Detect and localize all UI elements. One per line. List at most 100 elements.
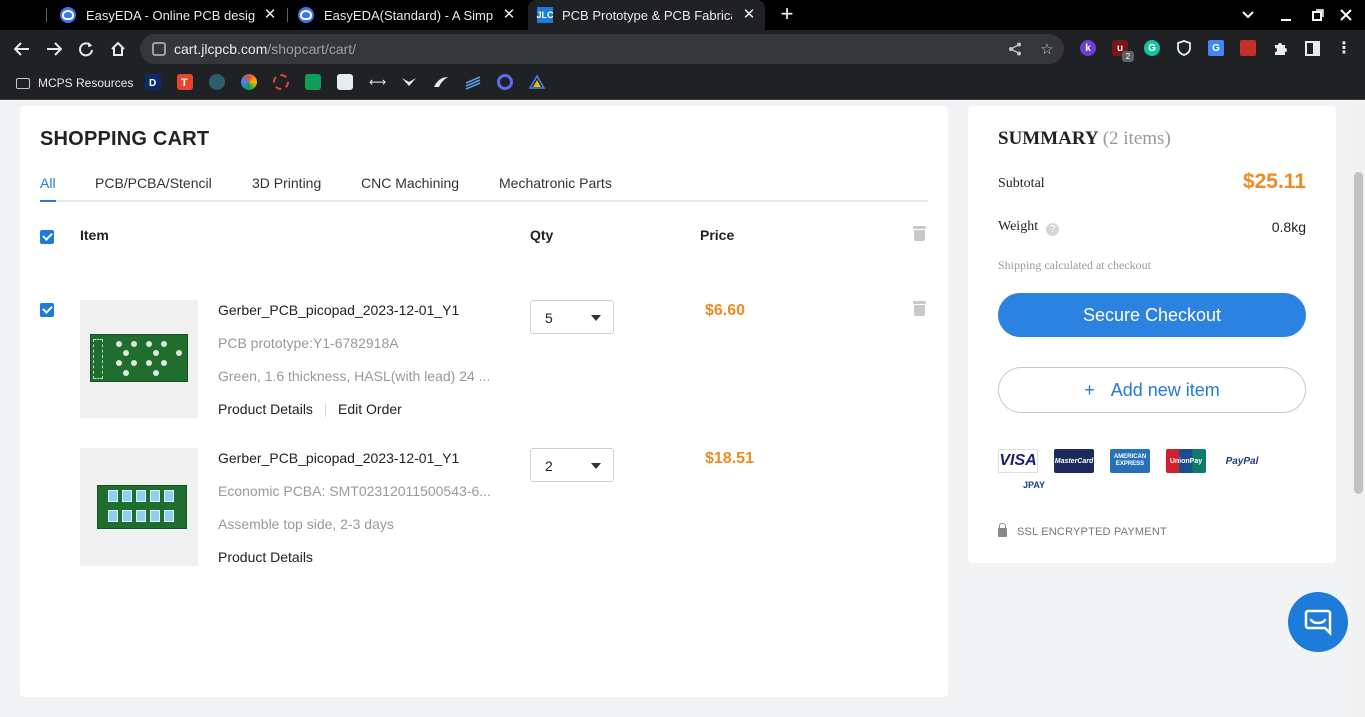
bookmark-globe-icon[interactable] [209, 74, 225, 90]
tab-pcb-pcba-stencil[interactable]: PCB/PCBA/Stencil [95, 175, 212, 191]
site-info-icon[interactable] [152, 42, 166, 56]
kebab-menu-icon[interactable]: ⋮ [1336, 40, 1352, 57]
item-order-number: Economic PCBA: SMT02312011500543-6... [218, 483, 491, 499]
help-question-icon[interactable]: ? [1046, 223, 1060, 236]
column-header-qty: Qty [530, 227, 554, 243]
unionpay-logo-icon: UnionPay [1166, 449, 1206, 473]
order-summary-panel: SUMMARY (2 items) Subtotal $25.11 Weight… [968, 106, 1336, 563]
plus-icon: + [1084, 379, 1095, 400]
bookmark-t-icon[interactable]: T [177, 74, 193, 90]
bookmark-d-icon[interactable]: D [145, 74, 161, 90]
close-window-icon[interactable] [1335, 4, 1357, 26]
delete-item-trash-icon[interactable] [913, 301, 926, 316]
bookmark-circle-icon[interactable] [497, 74, 513, 90]
amex-logo-icon: AMERICAN EXPRESS [1110, 449, 1150, 473]
item-order-number: PCB prototype:Y1-6782918A [218, 335, 399, 351]
item-checkbox[interactable] [40, 303, 54, 317]
bookmark-layers-icon[interactable] [465, 74, 481, 90]
red-book-extension-icon[interactable] [1240, 40, 1256, 56]
browser-tab-easyeda-online[interactable]: EasyEDA - Online PCB design & c ✕ [50, 0, 286, 30]
item-name[interactable]: Gerber_PCB_picopad_2023-12-01_Y1 [218, 450, 459, 466]
back-arrow-icon[interactable] [11, 38, 33, 60]
tab-separator [46, 8, 47, 22]
easyeda-favicon-icon [298, 7, 314, 23]
side-panel-icon[interactable] [1304, 40, 1320, 56]
svg-text:T: T [181, 77, 188, 89]
quantity-value: 2 [545, 458, 553, 474]
shield-icon[interactable] [1176, 40, 1192, 56]
ssl-label: SSL ENCRYPTED PAYMENT [1017, 526, 1167, 538]
weight-value: 0.8kg [1271, 219, 1306, 235]
pcb-thumbnail-image[interactable] [80, 300, 198, 418]
bookmark-swoosh-icon[interactable] [433, 74, 449, 90]
tab-3d-printing[interactable]: 3D Printing [252, 175, 321, 191]
pcba-board-graphic [97, 485, 187, 529]
google-translate-icon[interactable]: G [1208, 40, 1224, 56]
bookmark-code-icon[interactable]: ⟷ [369, 74, 386, 90]
tab-cnc-machining[interactable]: CNC Machining [361, 175, 459, 191]
tab-separator [287, 8, 288, 22]
browser-tab-strip: EasyEDA - Online PCB design & c ✕ EasyED… [0, 0, 1365, 30]
url-text: cart.jlcpcb.com/shopcart/cart/ [174, 41, 357, 57]
summary-item-count: (2 items) [1102, 128, 1171, 149]
jpay-logo-icon: JPAY [1014, 477, 1054, 493]
bookmark-green-icon[interactable] [305, 74, 321, 90]
close-icon[interactable]: ✕ [741, 7, 757, 23]
page-scrollbar[interactable] [1352, 100, 1365, 717]
bookmark-triangle-icon[interactable] [528, 74, 546, 90]
item-price: $6.60 [705, 302, 746, 319]
bookmark-colorwheel-icon[interactable] [241, 74, 257, 90]
close-icon[interactable]: ✕ [262, 7, 278, 23]
browser-tab-easyeda-standard[interactable]: EasyEDA(Standard) - A Simple a ✕ [289, 0, 525, 30]
bookmarks-bar: MCPS Resources [0, 68, 1365, 100]
extensions-puzzle-icon[interactable] [1272, 40, 1288, 56]
minimize-icon[interactable] [1275, 4, 1297, 26]
bookmark-bird-icon[interactable] [401, 74, 417, 90]
product-details-link[interactable]: Product Details [218, 401, 313, 417]
quantity-select[interactable]: 5 [530, 300, 614, 334]
grammarly-icon[interactable]: G [1144, 40, 1160, 56]
tab-all[interactable]: All [40, 175, 56, 191]
svg-text:D: D [149, 78, 156, 89]
forward-arrow-icon[interactable] [43, 38, 65, 60]
summary-heading: SUMMARY [998, 128, 1098, 149]
product-details-link[interactable]: Product Details [218, 549, 313, 565]
caret-down-icon [591, 315, 601, 321]
reload-icon[interactable] [75, 38, 97, 60]
summary-title: SUMMARY (2 items) [998, 128, 1171, 150]
tab-mechatronic-parts[interactable]: Mechatronic Parts [499, 175, 612, 191]
tab-search-chevron-icon[interactable] [1237, 4, 1259, 26]
home-icon[interactable] [107, 38, 129, 60]
browser-tab-jlcpcb-active[interactable]: JLC PCB Prototype & PCB Fabricatio ✕ [528, 0, 765, 30]
restore-icon[interactable] [1307, 4, 1329, 26]
add-new-item-button[interactable]: + Add new item [998, 367, 1306, 413]
bookmark-folder-label: MCPS Resources [38, 76, 134, 90]
page-title: SHOPPING CART [40, 128, 210, 150]
delete-all-trash-icon[interactable] [913, 226, 926, 241]
extension-badge: 2 [1122, 51, 1134, 62]
weight-label: Weight? [998, 219, 1060, 236]
secure-checkout-button[interactable]: Secure Checkout [998, 293, 1306, 337]
scrollbar-thumb[interactable] [1354, 172, 1363, 494]
extension-k-icon[interactable]: k [1080, 40, 1096, 56]
item-name[interactable]: Gerber_PCB_picopad_2023-12-01_Y1 [218, 302, 459, 318]
category-tabs: All PCB/PCBA/Stencil 3D Printing CNC Mac… [40, 172, 928, 202]
paypal-logo-icon: PayPal [1222, 449, 1262, 473]
new-tab-plus-icon[interactable]: + [776, 3, 798, 25]
edit-order-link[interactable]: Edit Order [338, 401, 402, 417]
pcba-thumbnail-image[interactable] [80, 448, 198, 566]
close-icon[interactable]: ✕ [501, 7, 517, 23]
bookmark-folder-mcps[interactable]: MCPS Resources [16, 76, 133, 90]
column-header-price: Price [700, 227, 735, 243]
bookmark-ring-icon[interactable] [273, 74, 289, 90]
address-bar[interactable]: cart.jlcpcb.com/shopcart/cart/ ☆ [140, 34, 1064, 64]
quantity-select[interactable]: 2 [530, 448, 614, 482]
page-content: SHOPPING CART All PCB/PCBA/Stencil 3D Pr… [0, 100, 1365, 717]
live-chat-button[interactable] [1288, 592, 1348, 652]
folder-icon [16, 77, 30, 89]
subtotal-value: $25.11 [1242, 170, 1306, 193]
select-all-checkbox[interactable] [40, 230, 54, 244]
bookmark-star-icon[interactable]: ☆ [1038, 40, 1056, 58]
bookmark-card-icon[interactable] [337, 74, 353, 90]
share-icon[interactable] [1006, 40, 1024, 58]
